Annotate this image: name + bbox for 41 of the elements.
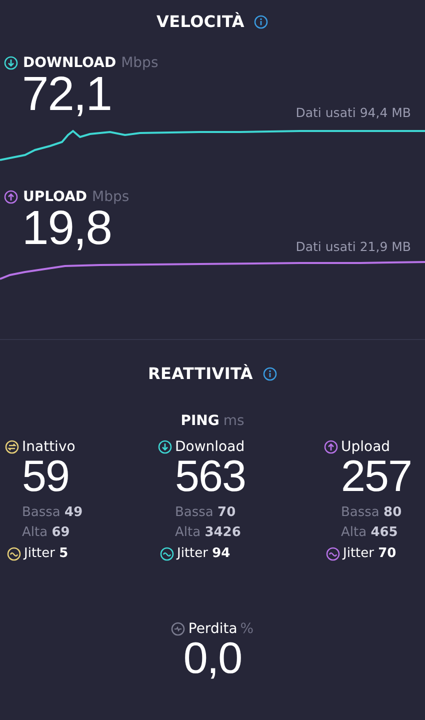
loss-value: 0,0: [183, 637, 242, 681]
speed-unit: Mbps: [92, 189, 130, 205]
wave-icon: [7, 546, 21, 560]
section-title: VELOCITÀ: [156, 12, 244, 31]
ping-type-label: Download: [175, 439, 245, 455]
loss-label: Perdita: [188, 621, 238, 637]
arrows-icon: [5, 440, 19, 454]
speed-value: 72,1: [22, 71, 112, 119]
ping-high: Alta 465: [341, 525, 398, 540]
info-icon[interactable]: [254, 14, 268, 28]
info-icon[interactable]: [262, 366, 277, 380]
speed-label: DOWNLOAD: [23, 55, 116, 71]
data-used: Dati usati 21,9 MB: [296, 239, 411, 254]
upload-icon: [324, 440, 338, 454]
speed-unit: Mbps: [121, 55, 158, 71]
speed-label: UPLOAD: [23, 189, 88, 205]
ping-type-label: Inattivo: [22, 439, 76, 455]
ping-unit: ms: [223, 413, 244, 429]
upload-icon: [4, 190, 18, 204]
ping-low: Bassa 80: [341, 505, 402, 520]
pulse-icon: [171, 622, 186, 636]
ping-low: Bassa 70: [175, 505, 236, 520]
ping-value: 563: [175, 455, 246, 499]
data-used: Dati usati 94,4 MB: [296, 105, 411, 120]
jitter-value: Jitter 94: [177, 546, 230, 561]
loss-unit: %: [240, 621, 254, 637]
jitter-value: Jitter 70: [343, 546, 396, 561]
download-icon: [158, 440, 172, 454]
wave-icon: [160, 546, 174, 560]
ping-high: Alta 3426: [175, 525, 241, 540]
speed-value: 19,8: [22, 205, 112, 253]
ping-low: Bassa 49: [22, 505, 83, 520]
jitter-value: Jitter 5: [24, 546, 68, 561]
ping-value: 257: [341, 455, 412, 499]
section-title: REATTIVITÀ: [148, 364, 253, 383]
ping-high: Alta 69: [22, 525, 70, 540]
ping-value: 59: [22, 455, 69, 499]
wave-icon: [326, 546, 340, 560]
download-icon: [4, 56, 18, 70]
ping-label: PING: [180, 413, 220, 429]
ping-type-label: Upload: [341, 439, 390, 455]
